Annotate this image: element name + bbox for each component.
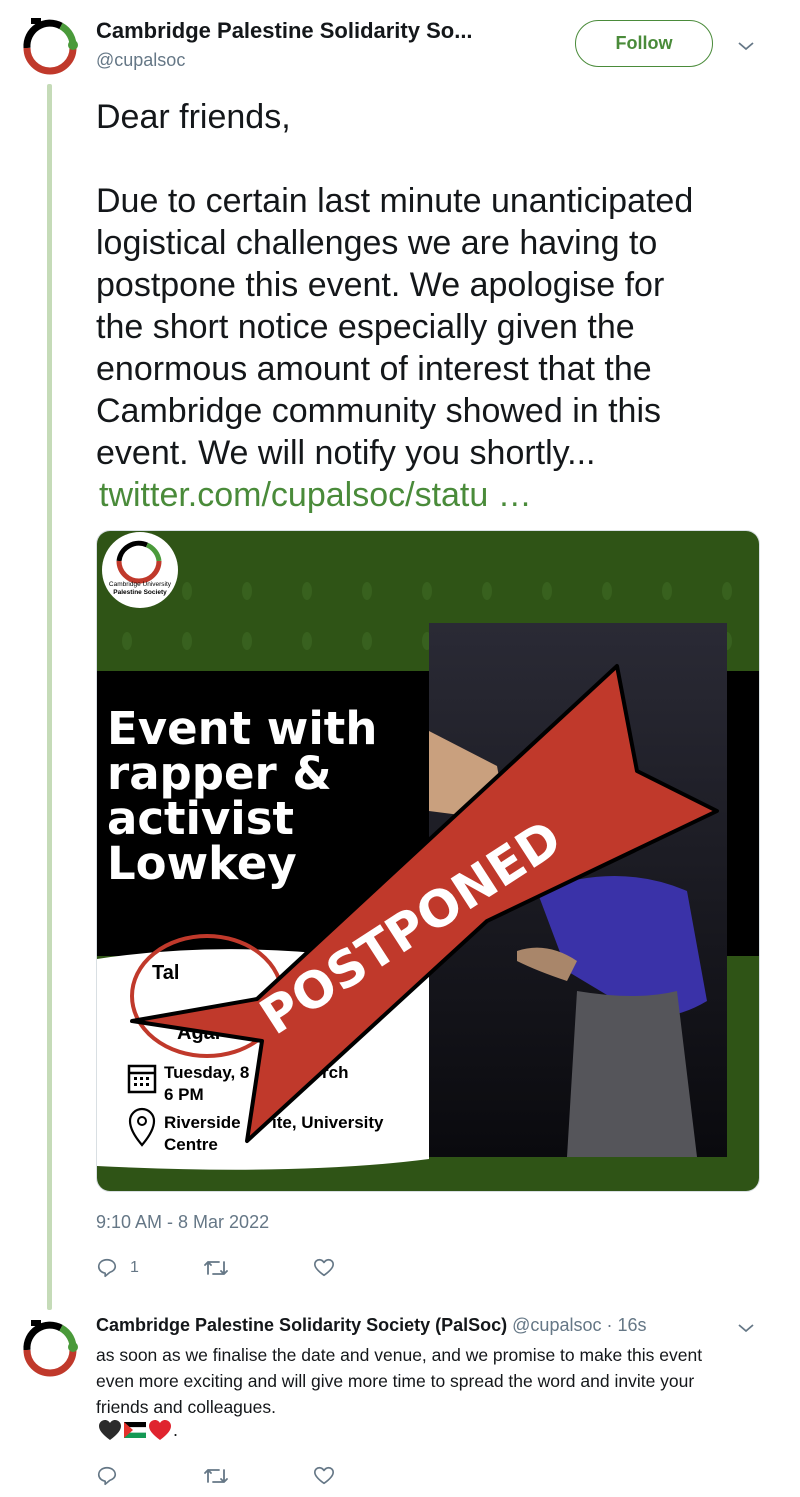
poster-time-text: 6 PM — [164, 1085, 204, 1104]
like-button[interactable] — [313, 1257, 335, 1279]
emoji-suffix: . — [173, 1419, 179, 1440]
author-handle[interactable]: @cupalsoc — [96, 50, 185, 71]
retweet-button[interactable] — [203, 1257, 313, 1279]
poster-talk-text: Tal — [152, 962, 179, 984]
reply-emoji-row: . — [98, 1417, 178, 1443]
poster-headline-line: Lowkey — [107, 837, 297, 890]
reply-count: 1 — [130, 1259, 139, 1276]
reply-text: as soon as we finalise the date and venu… — [96, 1342, 766, 1420]
heart-icon — [314, 1258, 334, 1277]
tweet-timestamp[interactable]: 9:10 AM - 8 Mar 2022 — [96, 1212, 269, 1233]
red-heart-icon — [149, 1420, 171, 1440]
poster-logo-line1: Cambridge University — [109, 581, 172, 588]
event-poster-image: Cambridge University Palestine Society E… — [97, 531, 759, 1191]
poster-venue-text: Riverside — [164, 1113, 241, 1132]
reply-reply-button[interactable] — [96, 1465, 203, 1487]
reply-icon — [97, 1258, 117, 1278]
tweet-line: enormous amount of interest that the — [96, 350, 652, 388]
author-name[interactable]: Cambridge Palestine Solidarity So... — [96, 18, 473, 44]
reply-retweet-button[interactable] — [203, 1465, 313, 1487]
retweet-icon — [204, 1469, 228, 1483]
reply-author-name[interactable]: Cambridge Palestine Solidarity Society (… — [96, 1315, 507, 1335]
tweet-line: the short notice especially given the — [96, 308, 635, 346]
tweet-line: Due to certain last minute unanticipated — [96, 182, 694, 220]
reply-line: friends and colleagues. — [96, 1397, 276, 1417]
thread-line — [47, 84, 52, 1310]
poster-venue-text: ite, University — [272, 1113, 384, 1132]
reply-meta[interactable]: @cupalsoc · 16s — [512, 1315, 646, 1335]
reply-icon — [97, 1466, 117, 1486]
palsoc-logo-icon — [23, 18, 78, 75]
reply-header: Cambridge Palestine Solidarity Society (… — [96, 1315, 647, 1336]
follow-button[interactable]: Follow — [575, 20, 713, 67]
tweet-actions: 1 — [96, 1253, 335, 1283]
palestine-flag-icon — [124, 1422, 146, 1438]
poster-date-text: Tuesday, 8 — [164, 1063, 249, 1082]
reply-more-options-chevron-down-icon[interactable] — [736, 1318, 756, 1343]
tweet-line: Cambridge community showed in this — [96, 392, 662, 430]
poster-logo-line2: Palestine Society — [113, 589, 167, 596]
author-avatar[interactable] — [19, 14, 81, 76]
tweet-media-card[interactable]: Cambridge University Palestine Society E… — [96, 530, 760, 1192]
black-heart-icon — [99, 1420, 121, 1440]
retweet-icon — [204, 1261, 228, 1275]
tweet-line: Dear friends, — [96, 98, 291, 136]
more-options-chevron-down-icon[interactable] — [736, 36, 756, 61]
tweet-line: event. We will notify you shortly... — [96, 434, 596, 472]
reply-author-avatar[interactable] — [19, 1316, 81, 1378]
reply-like-button[interactable] — [313, 1465, 335, 1487]
tweet-text: Dear friends, Due to certain last minute… — [96, 96, 766, 516]
tweet-link[interactable]: twitter.com/cupalsoc/statu … — [99, 476, 532, 514]
tweet-line — [96, 138, 766, 180]
reply-button[interactable]: 1 — [96, 1257, 203, 1279]
poster-venue-text: Centre — [164, 1135, 218, 1154]
reply-line: even more exciting and will give more ti… — [96, 1371, 695, 1391]
reply-actions — [96, 1461, 335, 1491]
reply-line: as soon as we finalise the date and venu… — [96, 1345, 703, 1365]
heart-icon — [314, 1466, 334, 1485]
tweet-line: postpone this event. We apologise for — [96, 266, 665, 304]
palsoc-logo-icon — [23, 1320, 78, 1377]
tweet-line: logistical challenges we are having to — [96, 224, 658, 262]
